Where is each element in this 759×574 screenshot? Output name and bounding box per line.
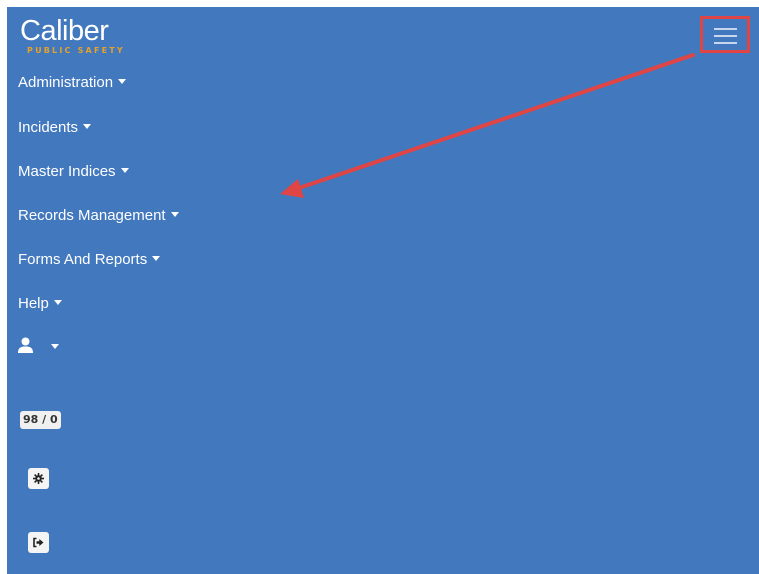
logo-wordmark: Caliber xyxy=(20,15,109,47)
nav-item-label: Administration xyxy=(18,74,114,91)
nav-item-label: Help xyxy=(18,295,49,312)
nav-item-label: Forms And Reports xyxy=(18,251,148,268)
nav-item-label: Incidents xyxy=(18,119,79,136)
nav-item-master-indices[interactable]: Master Indices xyxy=(18,162,129,182)
navbar-toggler-button[interactable] xyxy=(700,16,750,53)
sign-out-icon xyxy=(33,537,44,548)
caret-down-icon xyxy=(51,344,59,349)
caliber-logo[interactable]: Caliber PUBLIC SAFETY xyxy=(20,15,160,61)
user-menu-dropdown[interactable] xyxy=(18,336,68,356)
settings-button[interactable] xyxy=(28,468,49,489)
caret-down-icon xyxy=(170,212,179,217)
caret-down-icon xyxy=(120,168,129,173)
caret-down-icon xyxy=(83,124,92,129)
count-badge: 98 / 0 xyxy=(20,411,61,429)
caret-down-icon xyxy=(152,256,161,261)
hamburger-icon-bar xyxy=(714,35,737,37)
caret-down-icon xyxy=(118,79,127,84)
user-icon xyxy=(18,337,33,353)
gear-icon xyxy=(33,473,44,484)
nav-item-administration[interactable]: Administration xyxy=(18,73,127,93)
hamburger-icon-bar xyxy=(714,42,737,44)
nav-item-help[interactable]: Help xyxy=(18,294,62,314)
nav-item-records-management[interactable]: Records Management xyxy=(18,206,179,226)
logout-button[interactable] xyxy=(28,532,49,553)
nav-item-label: Records Management xyxy=(18,207,166,224)
nav-item-forms-and-reports[interactable]: Forms And Reports xyxy=(18,250,161,270)
app-navbar: Caliber PUBLIC SAFETY Administration Inc… xyxy=(7,7,759,574)
hamburger-icon xyxy=(714,28,737,30)
nav-item-incidents[interactable]: Incidents xyxy=(18,118,92,138)
caret-down-icon xyxy=(53,300,62,305)
logo-tagline: PUBLIC SAFETY xyxy=(27,46,125,55)
nav-item-label: Master Indices xyxy=(18,163,116,180)
